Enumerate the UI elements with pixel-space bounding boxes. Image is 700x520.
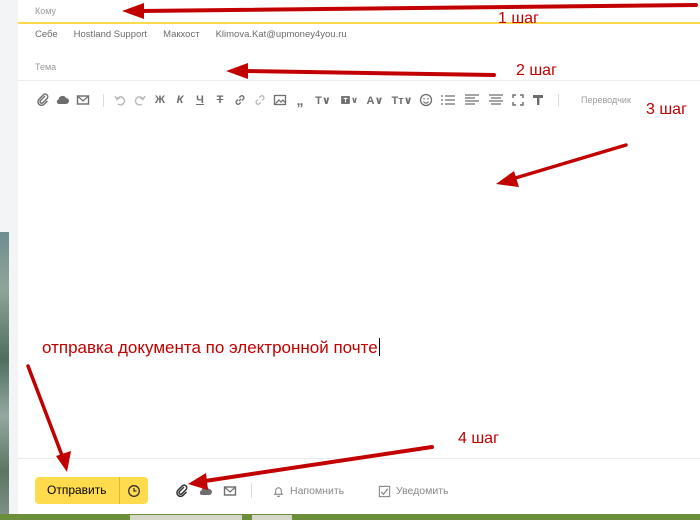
- suggestion-email[interactable]: Klimova.Kat@upmoney4you.ru: [216, 29, 347, 43]
- send-button-group: Отправить: [35, 477, 148, 504]
- recipient-label: Кому: [35, 6, 57, 16]
- text-caret: [378, 338, 380, 356]
- bold-icon[interactable]: Ж: [152, 92, 168, 108]
- link-icon[interactable]: [232, 92, 248, 108]
- quote-icon[interactable]: „: [292, 92, 308, 108]
- mail-icon[interactable]: [222, 483, 238, 499]
- redo-icon[interactable]: [132, 92, 148, 108]
- notify-label: Уведомить: [396, 485, 449, 497]
- taskbar-item[interactable]: [130, 515, 242, 520]
- font-style-icon[interactable]: ∨: [338, 92, 360, 108]
- suggestion-makhost[interactable]: Макхост: [163, 29, 200, 43]
- annotation-step-1: 1 шаг: [498, 10, 539, 27]
- recipient-field[interactable]: Кому: [18, 0, 700, 24]
- message-body-text: отправка документа по электронной почте: [42, 338, 378, 357]
- translator-button[interactable]: Переводчик: [581, 95, 631, 105]
- cloud-icon[interactable]: [198, 483, 214, 499]
- formatting-toolbar: Ж К Ч Т „ Т∨ ∨ А∨ Тт∨ Переводчик: [35, 90, 700, 110]
- list-icon[interactable]: [438, 92, 458, 108]
- send-button[interactable]: Отправить: [35, 477, 119, 504]
- undo-icon[interactable]: [112, 92, 128, 108]
- recipient-suggestions: Себе Hostland Support Макхост Klimova.Ka…: [35, 29, 363, 43]
- unlink-icon[interactable]: [252, 92, 268, 108]
- mail-icon[interactable]: [75, 92, 91, 108]
- annotation-step-3: 3 шаг: [646, 101, 687, 118]
- cloud-icon[interactable]: [55, 92, 71, 108]
- subject-label: Тема: [35, 62, 57, 72]
- italic-icon[interactable]: К: [172, 92, 188, 108]
- clear-format-icon[interactable]: [530, 92, 546, 108]
- taskbar-item[interactable]: [252, 515, 292, 520]
- annotation-step-4: 4 шаг: [458, 430, 499, 447]
- notify-check-icon: [378, 485, 391, 497]
- image-icon[interactable]: [272, 92, 288, 108]
- align-center-icon[interactable]: [486, 92, 506, 108]
- compose-footer: Отправить Напомнить Уведомить: [18, 458, 700, 515]
- compose-form: Кому Себе Hostland Support Макхост Klimo…: [18, 0, 700, 520]
- text-color-icon[interactable]: А∨: [364, 92, 386, 108]
- footer-divider: [251, 483, 252, 498]
- font-icon[interactable]: Т∨: [312, 92, 334, 108]
- annotation-step-2: 2 шаг: [516, 62, 557, 79]
- strike-icon[interactable]: Т: [212, 92, 228, 108]
- bell-icon: [273, 486, 284, 497]
- align-icon[interactable]: [462, 92, 482, 108]
- suggestion-hostland[interactable]: Hostland Support: [74, 29, 147, 43]
- os-taskbar: [0, 514, 700, 520]
- message-body[interactable]: отправка документа по электронной почте: [42, 338, 380, 358]
- emoji-icon[interactable]: [418, 92, 434, 108]
- toolbar-divider: [103, 93, 104, 107]
- notify-button[interactable]: Уведомить: [378, 483, 448, 499]
- toolbar-divider: [558, 93, 559, 107]
- delayed-send-button[interactable]: [118, 477, 148, 504]
- suggestion-self[interactable]: Себе: [35, 29, 58, 43]
- text-size-icon[interactable]: Тт∨: [390, 92, 414, 108]
- subject-field[interactable]: Тема: [18, 54, 700, 81]
- underline-icon[interactable]: Ч: [192, 92, 208, 108]
- remind-button[interactable]: Напомнить: [272, 483, 344, 499]
- remind-label: Напомнить: [290, 485, 345, 497]
- attach-icon[interactable]: [174, 483, 190, 499]
- clock-icon: [127, 484, 140, 497]
- fullscreen-icon[interactable]: [510, 92, 526, 108]
- desktop-background-fragment: [0, 232, 9, 514]
- attach-icon[interactable]: [35, 92, 51, 108]
